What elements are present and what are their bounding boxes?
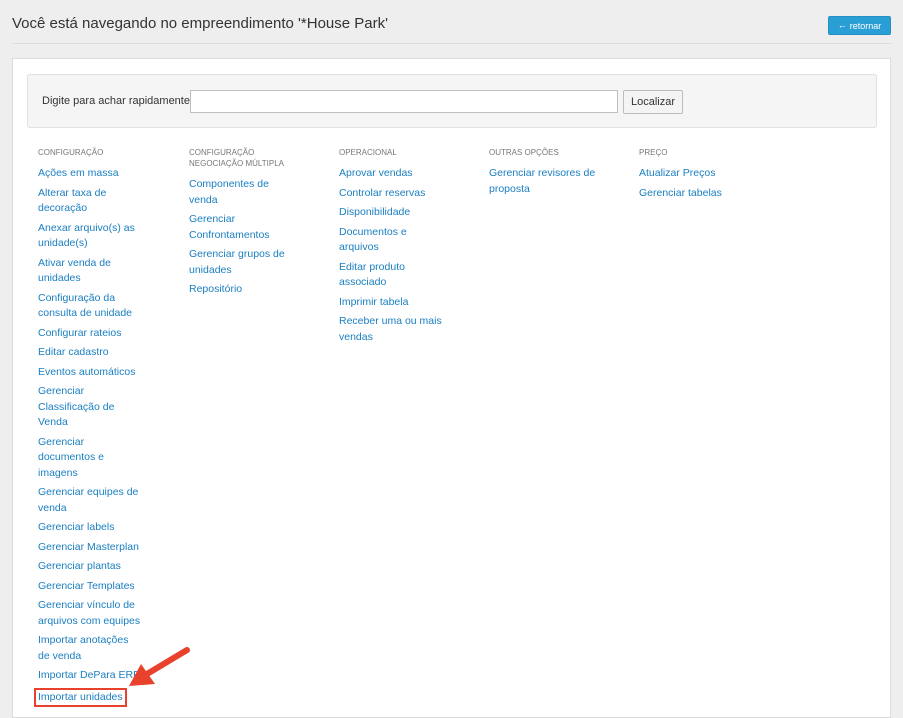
menu-link[interactable]: Aprovar vendas xyxy=(339,166,449,182)
column-heading-line2: NEGOCIAÇÃO MÚLTIPLA xyxy=(189,159,284,168)
menu-list: Atualizar Preços Gerenciar tabelas xyxy=(639,166,749,201)
menu-link[interactable]: Configuração da consulta de unidade xyxy=(38,291,153,322)
column-heading: CONFIGURAÇÃO xyxy=(38,148,104,157)
menu-link[interactable]: Gerenciar plantas xyxy=(38,559,153,575)
column-operacional: OPERACIONAL Aprovar vendas Controlar res… xyxy=(339,147,449,349)
menu-link[interactable]: Eventos automáticos xyxy=(38,365,153,381)
menu-link[interactable]: Componentes de venda xyxy=(189,177,294,208)
column-heading: PREÇO xyxy=(639,148,668,157)
menu-list: Ações em massa Alterar taxa de decoração… xyxy=(34,166,153,707)
menu-link[interactable]: Gerenciar Masterplan xyxy=(38,540,153,556)
column-heading: OPERACIONAL xyxy=(339,148,397,157)
menu-link[interactable]: Anexar arquivo(s) as unidade(s) xyxy=(38,221,153,252)
menu-link[interactable]: Gerenciar grupos de unidades xyxy=(189,247,294,278)
column-heading: OUTRAS OPÇÕES xyxy=(489,148,559,157)
menu-list: Aprovar vendas Controlar reservas Dispon… xyxy=(339,166,449,345)
back-button-label: retornar xyxy=(849,20,882,31)
menu-link[interactable]: Atualizar Preços xyxy=(639,166,749,182)
menu-link[interactable]: Controlar reservas xyxy=(339,186,449,202)
menu-link[interactable]: Imprimir tabela xyxy=(339,295,449,311)
column-configuracao: CONFIGURAÇÃO Ações em massa Alterar taxa… xyxy=(34,147,153,711)
menu-link[interactable]: Gerenciar Confrontamentos xyxy=(189,212,294,243)
menu-link[interactable]: Repositório xyxy=(189,282,294,298)
menu-link[interactable]: Alterar taxa de decoração xyxy=(38,186,153,217)
menu-link[interactable]: Gerenciar labels xyxy=(38,520,153,536)
menu-link[interactable]: Gerenciar equipes de venda xyxy=(38,485,153,516)
column-outras-opcoes: OUTRAS OPÇÕES Gerenciar revisores de pro… xyxy=(489,147,599,201)
menu-link[interactable]: Configurar rateios xyxy=(38,326,153,342)
arrow-left-icon: ← xyxy=(837,20,847,30)
menu-link[interactable]: Gerenciar documentos e imagens xyxy=(38,435,118,482)
back-button[interactable]: ← retornar xyxy=(828,16,891,35)
page-title: Você está navegando no empreendimento '*… xyxy=(12,15,388,32)
column-preco: PREÇO Atualizar Preços Gerenciar tabelas xyxy=(639,147,749,205)
menu-link[interactable]: Gerenciar Classificação de Venda xyxy=(38,384,123,431)
menu-link[interactable]: Receber uma ou mais vendas xyxy=(339,314,449,345)
menu-link[interactable]: Gerenciar tabelas xyxy=(639,186,749,202)
column-negociacao-multipla: CONFIGURAÇÃO NEGOCIAÇÃO MÚLTIPLA Compone… xyxy=(189,147,294,302)
column-heading: CONFIGURAÇÃO xyxy=(189,148,255,157)
menu-link[interactable]: Editar produto associado xyxy=(339,260,419,291)
search-input[interactable] xyxy=(190,90,618,113)
menu-link[interactable]: Editar cadastro xyxy=(38,345,153,361)
red-arrow-pointer-icon xyxy=(129,647,190,686)
menu-link[interactable]: Gerenciar vínculo de arquivos com equipe… xyxy=(38,598,153,629)
menu-link[interactable]: Gerenciar revisores de proposta xyxy=(489,166,599,197)
menu-link[interactable]: Documentos e arquivos xyxy=(339,225,419,256)
menu-link[interactable]: Ações em massa xyxy=(38,166,153,182)
highlighted-item-wrapper: Importar unidades xyxy=(34,687,153,707)
header-divider xyxy=(12,43,891,44)
importar-unidades-link[interactable]: Importar unidades xyxy=(34,687,127,707)
menu-link[interactable]: Ativar venda de unidades xyxy=(38,256,153,287)
menu-list: Gerenciar revisores de proposta xyxy=(489,166,599,197)
menu-link[interactable]: Gerenciar Templates xyxy=(38,579,153,595)
search-button[interactable]: Localizar xyxy=(623,90,683,114)
menu-link[interactable]: Disponibilidade xyxy=(339,205,449,221)
search-label: Digite para achar rapidamente: xyxy=(42,95,194,107)
menu-list: Componentes de venda Gerenciar Confronta… xyxy=(189,177,294,298)
